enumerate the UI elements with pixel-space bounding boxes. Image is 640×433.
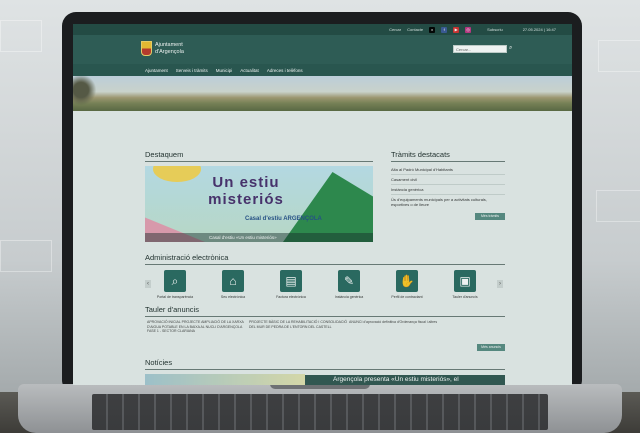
tile-tauler[interactable]: ▣ Tauler d'anuncis: [445, 270, 485, 299]
tile-label: Portal de transparència: [156, 295, 194, 299]
tile-label: Instància genèrica: [334, 295, 364, 299]
top-bar: Cercar Contacte x f ▶ ◎ Subscriu 27.05.2…: [73, 24, 572, 35]
tile-factura[interactable]: ▤ Factura electrònica: [271, 270, 311, 299]
nav-item-municipi[interactable]: Municipi: [216, 68, 233, 73]
main-nav: Ajuntament Serveis i tràmits Municipi Ac…: [73, 64, 572, 76]
tramit-item[interactable]: Ús d'equipaments municipals per a activi…: [391, 197, 505, 207]
tauler-title: Tauler d'anuncis: [145, 305, 199, 314]
tauler-item[interactable]: PROJECTE BÀSIC DE LA REHABILITACIÓ I CON…: [249, 320, 349, 329]
topbar-link-contacte[interactable]: Contacte: [407, 27, 423, 32]
wall-brick: [596, 190, 640, 222]
building-icon: ⌂: [222, 270, 244, 292]
tile-label: Tauler d'anuncis: [452, 295, 478, 299]
nav-item-ajuntament[interactable]: Ajuntament: [145, 68, 168, 73]
tile-label: Perfil de contractant: [391, 295, 423, 299]
site-header: Ajuntament d'Argençola Cercar... ⌕: [73, 35, 572, 64]
wall-brick: [598, 40, 640, 72]
tile-label: Factura electrònica: [276, 295, 306, 299]
divider: [391, 161, 505, 162]
tramits-title: Tràmits destacats: [391, 150, 450, 159]
more-anuncis-button[interactable]: Més anuncis: [477, 344, 505, 351]
news-image[interactable]: [145, 374, 305, 385]
divider: [145, 316, 505, 317]
tree-silhouette: [73, 76, 113, 111]
logo-text: Ajuntament d'Argençola: [155, 42, 184, 55]
board-icon: ▣: [454, 270, 476, 292]
laptop-keyboard: [92, 394, 548, 430]
logo-line1: Ajuntament: [155, 42, 183, 48]
news-headline-overlay[interactable]: Argençola presenta «Un estiu misteriós»,…: [305, 375, 505, 385]
search-icon[interactable]: ⌕: [509, 45, 512, 52]
hero-landscape-image: [73, 76, 572, 111]
tile-transparencia[interactable]: ⌕ Portal de transparència: [155, 270, 195, 299]
tauler-item[interactable]: APROVACIÓ INICIAL PROJECTE AMPLIACIÓ DE …: [147, 320, 247, 334]
divider: [145, 264, 505, 265]
divider: [391, 184, 505, 185]
divider: [391, 194, 505, 195]
datetime: 27.05.2024 | 16:47: [522, 27, 556, 32]
instagram-icon[interactable]: ◎: [465, 26, 472, 33]
magnifier-icon: ⌕: [164, 270, 186, 292]
search-input[interactable]: Cercar...: [453, 45, 507, 53]
tile-perfil[interactable]: ✋ Perfil de contractant: [387, 270, 427, 299]
divider: [145, 369, 505, 370]
admin-tiles: ⌕ Portal de transparència ⌂ Seu electròn…: [145, 270, 505, 310]
divider: [145, 161, 373, 162]
invoice-icon: ▤: [280, 270, 302, 292]
coat-of-arms-icon: [141, 41, 152, 56]
destaquem-title: Destaquem: [145, 150, 184, 159]
logo-line2: d'Argençola: [155, 48, 184, 55]
noticies-title: Notícies: [145, 358, 173, 367]
promo-caption[interactable]: Casal d'estiu «Un estiu misteriós»: [145, 233, 373, 242]
tile-label: Seu electrònica: [220, 295, 246, 299]
subscribe-link[interactable]: Subscriu: [487, 27, 503, 32]
promo-banner[interactable]: Un estiu misteriós Casal d'estiu ARGENÇO…: [145, 166, 373, 242]
promo-subtitle: Casal d'estiu ARGENÇOLA: [245, 216, 322, 222]
tile-seu[interactable]: ⌂ Seu electrònica: [213, 270, 253, 299]
tramit-item[interactable]: Instància genèrica: [391, 187, 505, 192]
site-logo[interactable]: Ajuntament d'Argençola: [141, 41, 184, 56]
nav-item-serveis[interactable]: Serveis i tràmits: [176, 68, 208, 73]
nav-item-adreces[interactable]: Adreces i telèfons: [267, 68, 303, 73]
form-icon: ✎: [338, 270, 360, 292]
laptop-screen: Cercar Contacte x f ▶ ◎ Subscriu 27.05.2…: [73, 24, 572, 385]
x-icon[interactable]: x: [429, 26, 436, 33]
wall-brick: [0, 240, 52, 272]
divider: [391, 174, 505, 175]
tramit-item[interactable]: Casament civil: [391, 177, 505, 182]
facebook-icon[interactable]: f: [441, 26, 448, 33]
topbar-link-cercar[interactable]: Cercar: [389, 27, 401, 32]
admin-title: Administració electrònica: [145, 253, 229, 262]
promo-title: Un estiu misteriós: [208, 174, 284, 208]
more-tramits-button[interactable]: Més tràmits: [475, 213, 505, 220]
handshake-icon: ✋: [396, 270, 418, 292]
tile-instancia[interactable]: ✎ Instància genèrica: [329, 270, 369, 299]
nav-item-actualitat[interactable]: Actualitat: [240, 68, 259, 73]
youtube-icon[interactable]: ▶: [453, 26, 460, 33]
tramit-item[interactable]: Alta al Padró Municipal d'Habitants: [391, 167, 505, 172]
tauler-item[interactable]: ANUNCI d'aprovació definitiva d'Ordenanç…: [349, 320, 449, 325]
wall-brick: [0, 20, 42, 52]
